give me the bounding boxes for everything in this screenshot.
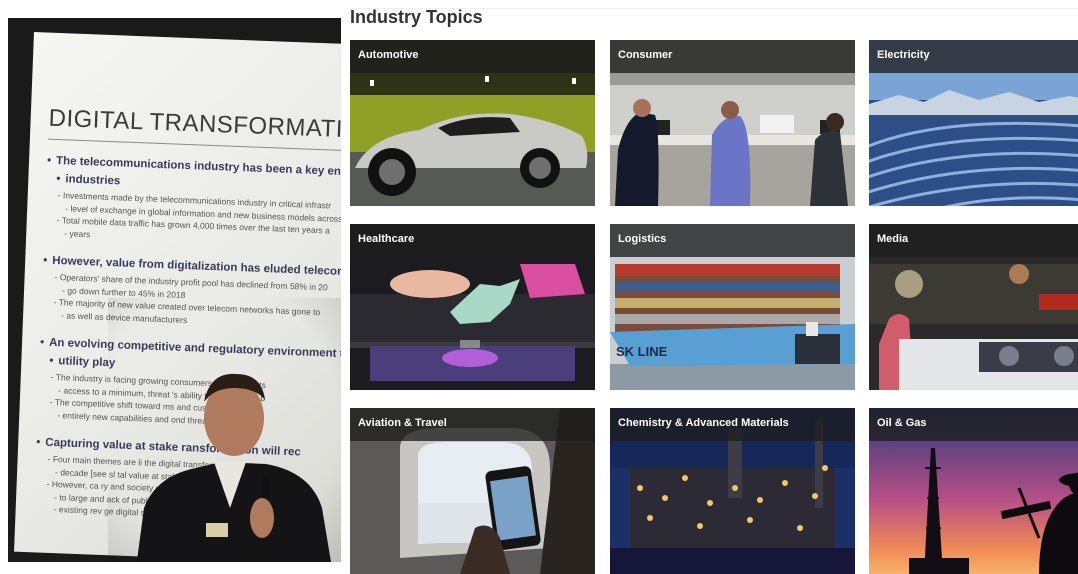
tile-label: Media [869, 224, 1078, 257]
ship-hull-text: SK LINE [616, 344, 668, 359]
tile-chemistry-advanced-materials[interactable]: Chemistry & Advanced Materials [610, 408, 855, 574]
tile-label: Automotive [350, 40, 595, 73]
section-title: Industry Topics [350, 7, 483, 27]
tile-label: Consumer [610, 40, 855, 73]
tile-electricity[interactable]: Electricity [869, 40, 1078, 206]
tile-label: Logistics [610, 224, 855, 257]
tile-label: Chemistry & Advanced Materials [610, 408, 855, 441]
tile-healthcare[interactable]: Healthcare [350, 224, 595, 390]
tile-media[interactable]: Media [869, 224, 1078, 390]
tile-aviation-travel[interactable]: Aviation & Travel [350, 408, 595, 574]
conference-photo: DIGITAL TRANSFORMATION The telecommunica… [8, 18, 341, 562]
tile-consumer[interactable]: Consumer [610, 40, 855, 206]
tile-logistics[interactable]: SK LINE Logistics [610, 224, 855, 390]
tile-label: Healthcare [350, 224, 595, 257]
tile-label: Aviation & Travel [350, 408, 595, 441]
tile-label: Electricity [869, 40, 1078, 73]
speaker-figure [136, 373, 331, 562]
tile-automotive[interactable]: Automotive [350, 40, 595, 206]
tile-oil-gas[interactable]: Oil & Gas [869, 408, 1078, 574]
tile-label: Oil & Gas [869, 408, 1078, 441]
